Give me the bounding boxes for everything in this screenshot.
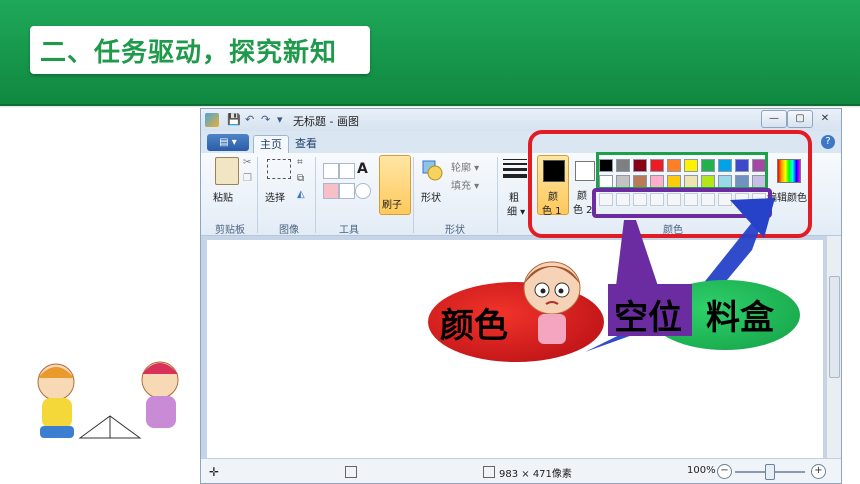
zoom-level: 100% bbox=[687, 465, 716, 476]
image-size-text: 983 × 471像素 bbox=[499, 469, 572, 480]
text-tool-icon[interactable]: A bbox=[357, 161, 368, 177]
brushes-button[interactable]: 刷子 bbox=[379, 155, 411, 215]
fill-bucket-icon[interactable] bbox=[339, 163, 355, 179]
undo-icon[interactable]: ↶ bbox=[245, 113, 254, 126]
palette-highlight bbox=[596, 152, 768, 190]
maximize-button[interactable]: ▢ bbox=[787, 110, 813, 128]
size-icon[interactable] bbox=[503, 159, 527, 181]
rotate-icon[interactable]: ◭ bbox=[297, 189, 305, 200]
group-separator bbox=[497, 157, 498, 233]
shapes-label[interactable]: 形状 bbox=[421, 189, 441, 204]
pencil-icon[interactable] bbox=[323, 163, 339, 179]
brushes-label: 刷子 bbox=[382, 200, 402, 211]
fill-label[interactable]: 填充 ▾ bbox=[451, 177, 479, 192]
eraser-icon[interactable] bbox=[323, 183, 339, 199]
file-menu-button[interactable]: ▤ ▾ bbox=[207, 134, 249, 151]
select-label[interactable]: 选择 bbox=[265, 189, 285, 204]
outline-label[interactable]: 轮廓 ▾ bbox=[451, 159, 479, 174]
title-bar: 💾 ↶ ↷ ▾ 无标题 - 画图 — ▢ ✕ bbox=[201, 109, 841, 131]
group-label-shapes: 形状 bbox=[445, 225, 465, 236]
cut-icon[interactable]: ✂ bbox=[243, 157, 251, 168]
cartoon-girl-illustration bbox=[523, 261, 581, 344]
group-label-clipboard: 剪贴板 bbox=[215, 225, 245, 236]
group-separator bbox=[413, 157, 414, 233]
help-icon[interactable]: ? bbox=[821, 135, 835, 149]
slide-title-box: 二、任务驱动，探究新知 bbox=[30, 26, 370, 74]
color-label: 颜色 bbox=[440, 306, 508, 346]
customize-quick-access-icon[interactable]: ▾ bbox=[277, 113, 283, 126]
paint-app-icon bbox=[205, 113, 219, 127]
vertical-scrollbar[interactable] bbox=[826, 236, 841, 458]
magnifier-icon[interactable] bbox=[355, 183, 371, 199]
redo-icon[interactable]: ↷ bbox=[261, 113, 270, 126]
tab-view[interactable]: 查看 bbox=[289, 135, 323, 153]
scrollbar-thumb[interactable] bbox=[829, 276, 840, 378]
group-separator bbox=[257, 157, 258, 233]
save-icon[interactable]: 💾 bbox=[227, 113, 241, 126]
paste-icon[interactable] bbox=[215, 157, 239, 185]
cursor-position-icon: ✛ bbox=[209, 465, 220, 479]
tab-home[interactable]: 主页 bbox=[253, 135, 289, 154]
zoom-in-button[interactable]: + bbox=[811, 464, 826, 479]
paste-label[interactable]: 粘贴 bbox=[213, 189, 233, 204]
group-separator bbox=[315, 157, 316, 233]
selection-size-icon bbox=[345, 466, 357, 478]
color-picker-icon[interactable] bbox=[339, 183, 355, 199]
window-title: 无标题 - 画图 bbox=[293, 115, 359, 128]
group-label-tools: 工具 bbox=[339, 225, 359, 236]
zoom-slider-thumb[interactable] bbox=[765, 464, 775, 480]
zoom-out-button[interactable]: − bbox=[717, 464, 732, 479]
close-button[interactable]: ✕ bbox=[813, 110, 837, 128]
size-label-1[interactable]: 粗 bbox=[509, 189, 519, 204]
size-label-2[interactable]: 细 ▾ bbox=[507, 203, 525, 218]
crop-icon[interactable]: ⌗ bbox=[297, 157, 303, 168]
slide-title: 二、任务驱动，探究新知 bbox=[40, 38, 338, 68]
image-size-icon bbox=[483, 466, 495, 478]
resize-icon[interactable]: ⧉ bbox=[297, 173, 304, 184]
minimize-button[interactable]: — bbox=[761, 110, 787, 128]
group-label-image: 图像 bbox=[279, 225, 299, 236]
empty-color-label: 空位 bbox=[614, 298, 682, 338]
copy-icon[interactable]: ❐ bbox=[243, 173, 252, 184]
select-icon[interactable] bbox=[267, 159, 291, 179]
paint-box-label: 料盒 bbox=[706, 298, 774, 338]
kids-reading-illustration bbox=[37, 361, 179, 439]
status-bar: ✛ 983 × 471像素 100% − + bbox=[201, 458, 841, 483]
shapes-icon[interactable] bbox=[421, 159, 443, 181]
